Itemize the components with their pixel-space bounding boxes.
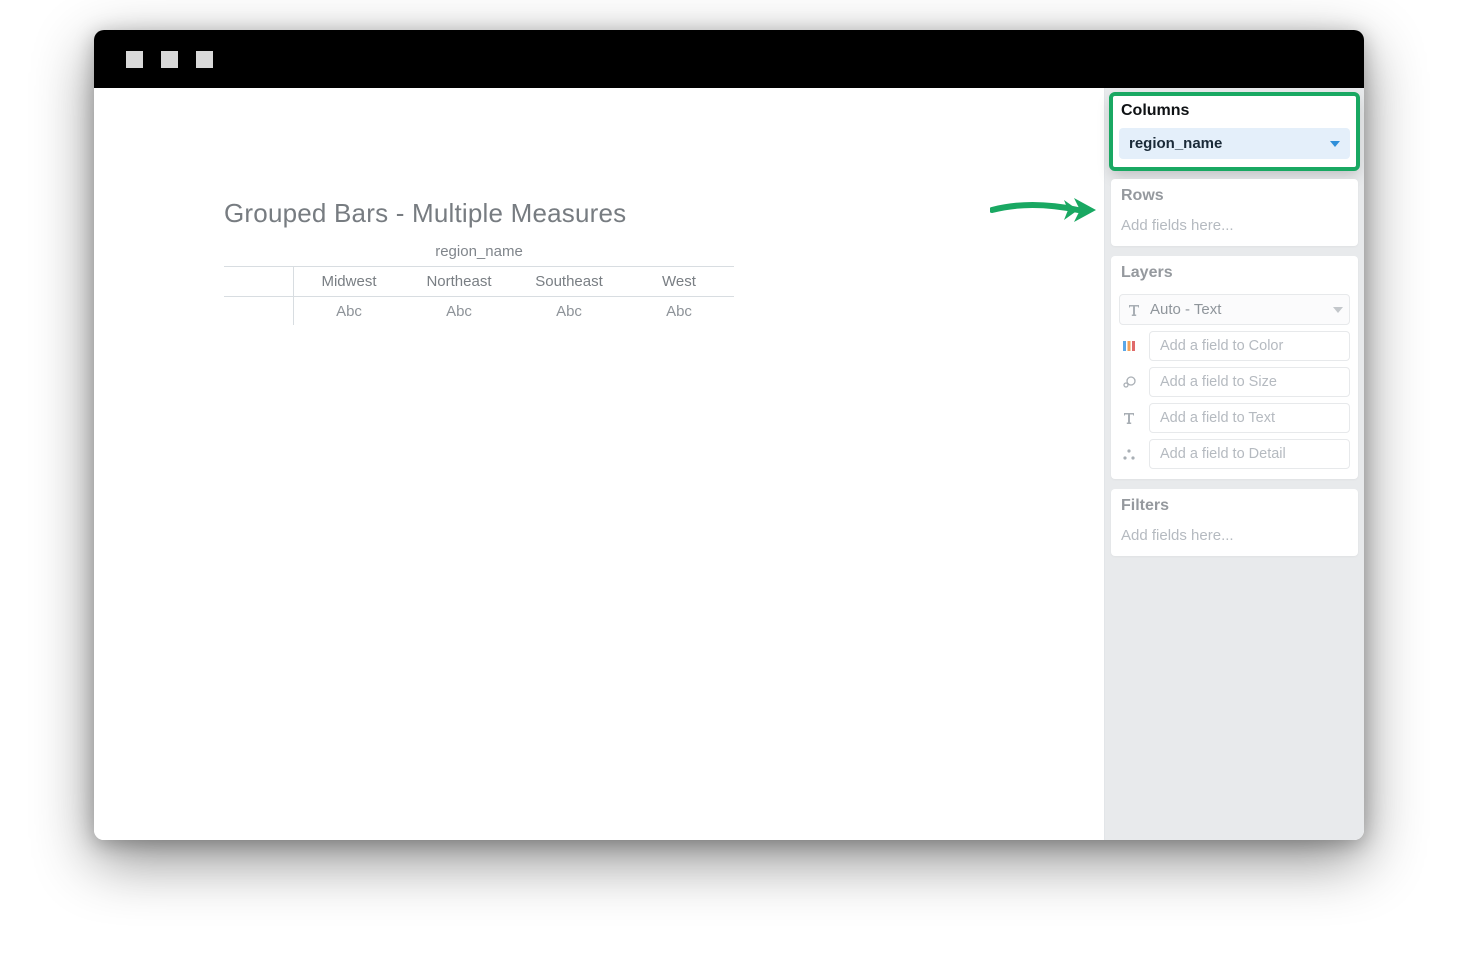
config-sidepanel: Columns region_name Rows Add fields here… <box>1104 88 1364 840</box>
column-header[interactable]: Southeast <box>514 267 624 296</box>
text-slot[interactable]: Add a field to Text <box>1119 403 1350 433</box>
layer-type-select[interactable]: Auto - Text <box>1119 294 1350 325</box>
table-row: Abc Abc Abc Abc <box>224 297 734 326</box>
filters-panel[interactable]: Filters Add fields here... <box>1111 489 1358 556</box>
color-slot[interactable]: Add a field to Color <box>1119 331 1350 361</box>
row-header-spacer <box>224 267 294 296</box>
rows-panel[interactable]: Rows Add fields here... <box>1111 179 1358 246</box>
data-cell: Abc <box>294 297 404 326</box>
app-body: Grouped Bars - Multiple Measures region_… <box>94 88 1364 840</box>
row-header-spacer <box>224 297 294 325</box>
layers-panel: Layers Auto - Text <box>1111 256 1358 479</box>
data-cell: Abc <box>624 297 734 326</box>
text-type-icon <box>1126 302 1142 318</box>
size-icon <box>1119 372 1139 392</box>
window-control-1[interactable] <box>126 51 143 68</box>
rows-placeholder: Add fields here... <box>1119 213 1350 236</box>
layer-type-label: Auto - Text <box>1150 301 1221 318</box>
text-placeholder: Add a field to Text <box>1149 403 1350 433</box>
data-table: region_name Midwest Northeast Southeast … <box>224 243 734 326</box>
column-header[interactable]: West <box>624 267 734 296</box>
chart-canvas: Grouped Bars - Multiple Measures region_… <box>94 88 1104 840</box>
columns-field-label: region_name <box>1129 135 1222 152</box>
columns-field-pill[interactable]: region_name <box>1119 128 1350 159</box>
data-cell: Abc <box>404 297 514 326</box>
color-placeholder: Add a field to Color <box>1149 331 1350 361</box>
detail-placeholder: Add a field to Detail <box>1149 439 1350 469</box>
text-icon <box>1119 408 1139 428</box>
rows-panel-title: Rows <box>1119 187 1350 213</box>
table-header-row: Midwest Northeast Southeast West <box>224 266 734 297</box>
column-header[interactable]: Northeast <box>404 267 514 296</box>
window-control-2[interactable] <box>161 51 178 68</box>
column-header[interactable]: Midwest <box>294 267 404 296</box>
columns-panel: Columns region_name <box>1111 94 1358 169</box>
detail-icon <box>1119 444 1139 464</box>
size-placeholder: Add a field to Size <box>1149 367 1350 397</box>
titlebar <box>94 30 1364 88</box>
chevron-down-icon <box>1333 307 1343 313</box>
chart-title: Grouped Bars - Multiple Measures <box>224 198 1104 229</box>
columns-panel-title: Columns <box>1119 102 1350 128</box>
column-field-label: region_name <box>224 243 734 266</box>
filters-panel-title: Filters <box>1119 497 1350 523</box>
detail-slot[interactable]: Add a field to Detail <box>1119 439 1350 469</box>
layers-panel-title: Layers <box>1119 264 1350 290</box>
size-slot[interactable]: Add a field to Size <box>1119 367 1350 397</box>
filters-placeholder: Add fields here... <box>1119 523 1350 546</box>
color-icon <box>1119 336 1139 356</box>
chevron-down-icon <box>1330 141 1340 147</box>
data-cell: Abc <box>514 297 624 326</box>
app-window: Grouped Bars - Multiple Measures region_… <box>94 30 1364 840</box>
window-control-3[interactable] <box>196 51 213 68</box>
